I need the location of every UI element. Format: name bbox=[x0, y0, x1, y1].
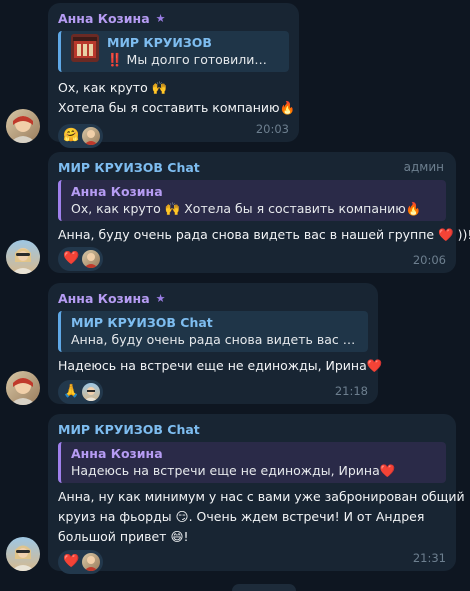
sender-name[interactable]: МИР КРУИЗОВ Chat bbox=[58, 421, 446, 438]
reaction-pray[interactable]: 🙏 bbox=[58, 380, 104, 404]
reactor-avatar bbox=[82, 383, 101, 401]
reply-quote[interactable]: Анна Козина Ох, как круто 🙌 Хотела бы я … bbox=[58, 180, 446, 221]
heart-emoji-icon: ❤️ bbox=[63, 554, 80, 569]
reactor-avatar bbox=[82, 127, 101, 145]
reaction-hug[interactable]: 🤗 bbox=[58, 124, 104, 148]
date-separator-pill bbox=[232, 584, 296, 591]
message-line: Анна, ну как минимум у нас с вами уже за… bbox=[58, 489, 465, 504]
sender-label: Анна Козина bbox=[58, 10, 150, 26]
pray-emoji-icon: 🙏 bbox=[63, 384, 80, 399]
message-bubble[interactable]: Анна Козина ★ МИР КРУИЗОВ Chat Анна, буд… bbox=[48, 283, 383, 404]
reply-text: Надеюсь на встречи еще не единожды, Ирин… bbox=[71, 463, 396, 478]
message-text: Надеюсь на встречи еще не единожды, Ирин… bbox=[58, 356, 383, 376]
timestamp: 20:03 bbox=[255, 122, 289, 136]
message-text: Ох, как круто 🙌 Хотела бы я составить ко… bbox=[58, 78, 296, 118]
star-icon: ★ bbox=[155, 11, 166, 25]
reactions: ❤️ bbox=[58, 550, 446, 574]
reply-author: Анна Козина bbox=[71, 184, 163, 199]
admin-badge: админ bbox=[403, 160, 444, 174]
reply-author: Анна Козина bbox=[71, 446, 163, 461]
reply-text: Ох, как круто 🙌 Хотела бы я составить ко… bbox=[71, 201, 422, 216]
sender-avatar[interactable] bbox=[6, 240, 40, 274]
message-text: Анна, ну как минимум у нас с вами уже за… bbox=[58, 487, 465, 547]
sender-name[interactable]: Анна Козина ★ bbox=[58, 10, 289, 27]
message-line: Ох, как круто 🙌 bbox=[58, 80, 168, 95]
timestamp: 21:18 bbox=[334, 384, 368, 398]
reply-author: МИР КРУИЗОВ Chat bbox=[71, 315, 213, 330]
sender-name[interactable]: Анна Козина ★ bbox=[58, 290, 368, 307]
timestamp: 20:06 bbox=[412, 253, 446, 267]
sender-name[interactable]: МИР КРУИЗОВ Chat bbox=[58, 159, 446, 176]
sender-avatar[interactable] bbox=[6, 537, 40, 571]
reply-author: МИР КРУИЗОВ bbox=[107, 35, 212, 50]
reactor-avatar bbox=[82, 553, 101, 571]
message-line: Хотела бы я составить компанию🔥 bbox=[58, 100, 296, 115]
reactions: 🤗 bbox=[58, 124, 289, 148]
message-line: Анна, буду очень рада снова видеть вас в… bbox=[58, 227, 470, 242]
message-bubble[interactable]: МИР КРУИЗОВ Chat админ Анна Козина Ох, к… bbox=[48, 152, 470, 273]
reply-text: ‼️ Мы долго готовились ... bbox=[107, 52, 272, 67]
timestamp: 21:31 bbox=[412, 551, 446, 565]
message-text: Анна, буду очень рада снова видеть вас в… bbox=[58, 225, 470, 245]
message-bubble[interactable]: Анна Козина ★ МИР КРУИЗОВ ‼️ Мы долго го… bbox=[48, 3, 299, 148]
star-icon: ★ bbox=[155, 291, 166, 305]
sender-avatar[interactable] bbox=[6, 371, 40, 405]
reply-text: Анна, буду очень рада снова видеть вас в… bbox=[71, 332, 360, 347]
message-line: большой привет 😄! bbox=[58, 529, 189, 544]
reactions: ❤️ bbox=[58, 247, 446, 271]
heart-emoji-icon: ❤️ bbox=[63, 251, 80, 266]
reply-quote[interactable]: МИР КРУИЗОВ ‼️ Мы долго готовились ... bbox=[58, 31, 289, 72]
reactor-avatar bbox=[82, 250, 101, 268]
sender-label: МИР КРУИЗОВ Chat bbox=[58, 159, 200, 175]
reply-quote[interactable]: Анна Козина Надеюсь на встречи еще не ед… bbox=[58, 442, 446, 483]
reply-quote[interactable]: МИР КРУИЗОВ Chat Анна, буду очень рада с… bbox=[58, 311, 368, 352]
reaction-heart[interactable]: ❤️ bbox=[58, 550, 104, 574]
sender-avatar[interactable] bbox=[6, 109, 40, 143]
channel-thumbnail-icon bbox=[71, 34, 99, 62]
reactions: 🙏 bbox=[58, 380, 368, 404]
hug-emoji-icon: 🤗 bbox=[63, 128, 80, 143]
sender-label: Анна Козина bbox=[58, 290, 150, 306]
reaction-heart[interactable]: ❤️ bbox=[58, 247, 104, 271]
message-line: Надеюсь на встречи еще не единожды, Ирин… bbox=[58, 358, 383, 373]
sender-label: МИР КРУИЗОВ Chat bbox=[58, 421, 200, 437]
message-bubble[interactable]: МИР КРУИЗОВ Chat Анна Козина Надеюсь на … bbox=[48, 414, 465, 574]
message-line: круиз на фьорды 😏. Очень ждем встречи! И… bbox=[58, 509, 425, 524]
